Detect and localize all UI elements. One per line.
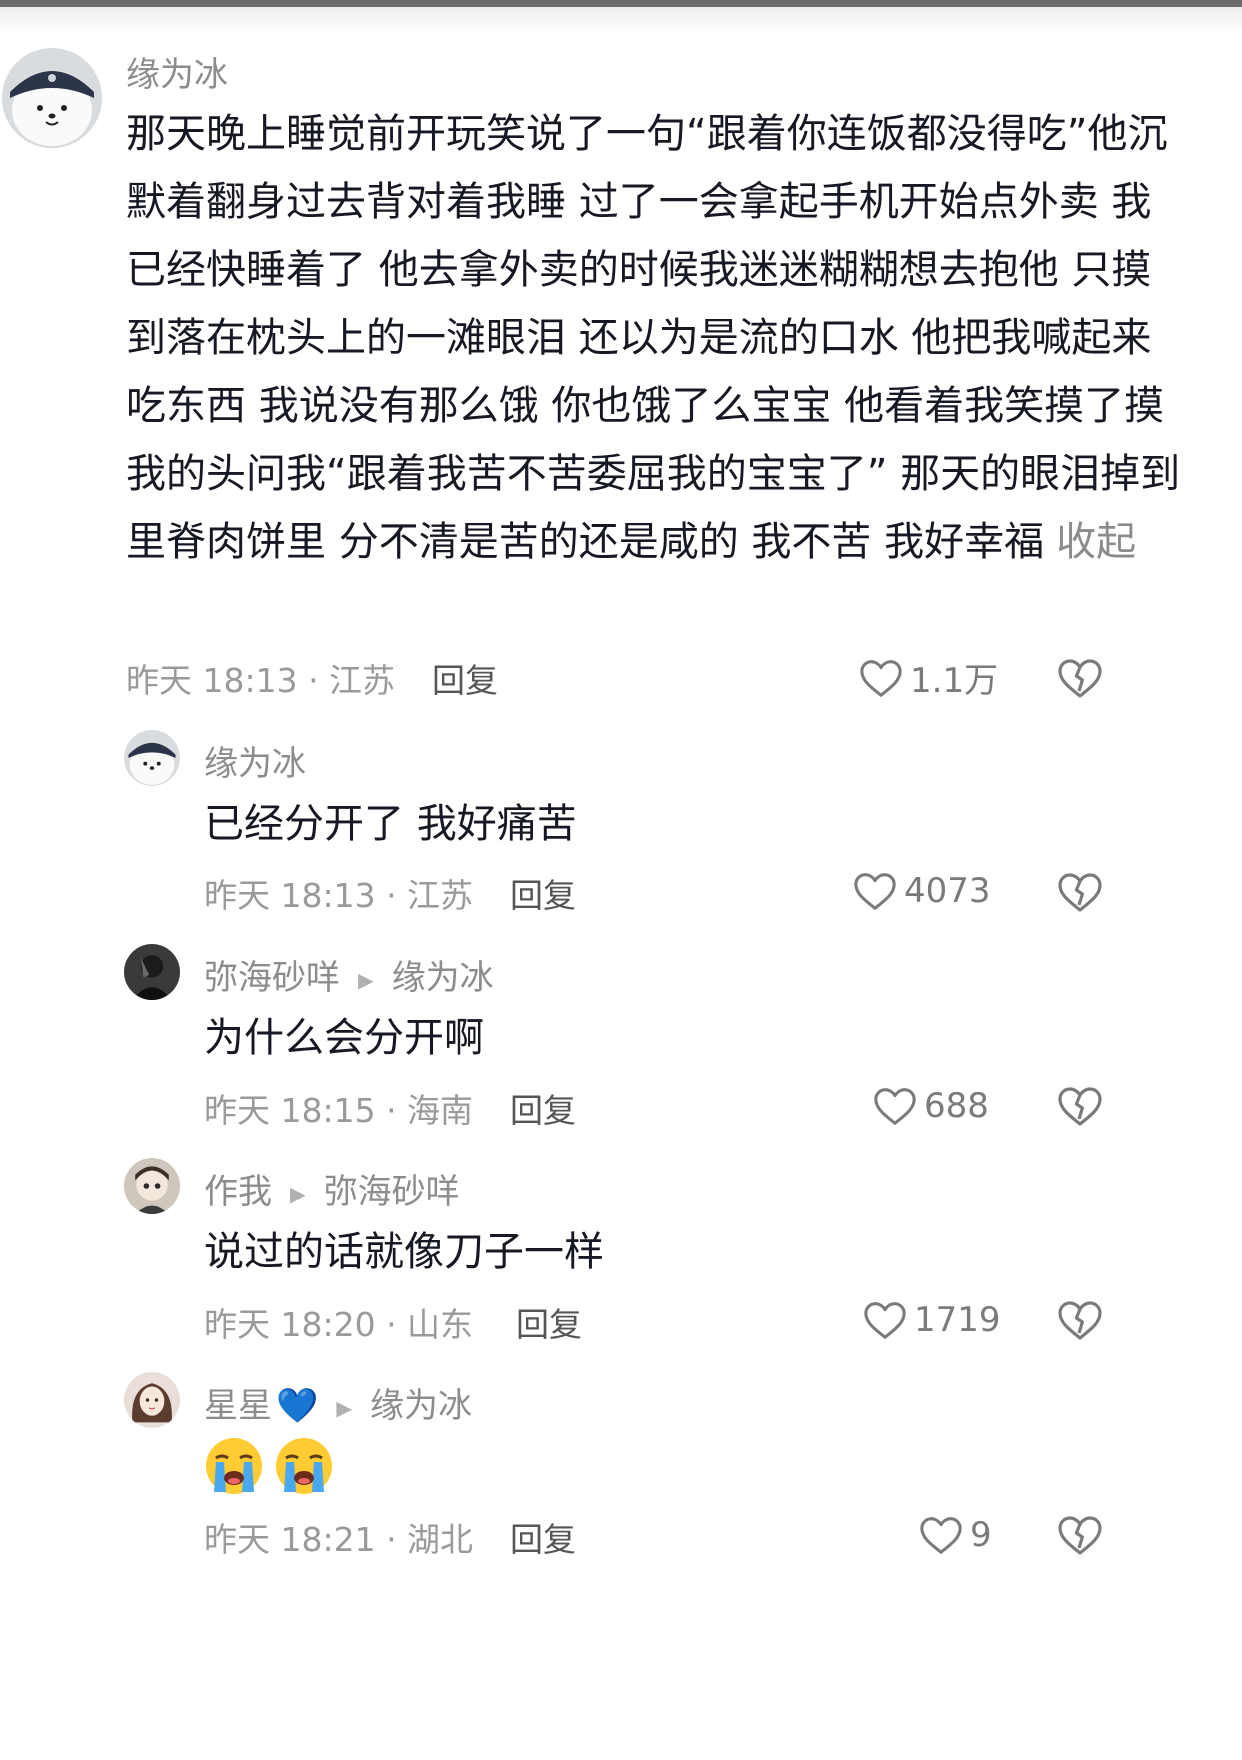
reply-target[interactable]: 弥海砂咩: [324, 1172, 460, 1212]
comment-text: 那天晚上睡觉前开玩笑说了一句“跟着你连饭都没得吃”他沉默着翻身过去背对着我睡 过…: [126, 100, 1186, 576]
reply-username: 作我 ▶ 弥海砂咩: [204, 1164, 460, 1213]
heart-icon: [860, 659, 902, 697]
reply-button[interactable]: 回复: [510, 1513, 576, 1561]
reply-text: 已经分开了 我好痛苦: [204, 801, 577, 847]
broken-heart-icon: [1058, 1087, 1102, 1126]
broken-heart-icon: [1058, 1516, 1102, 1555]
heart-icon: [864, 1302, 906, 1339]
comment-text-body: 那天晚上睡觉前开玩笑说了一句“跟着你连饭都没得吃”他沉默着翻身过去背对着我睡 过…: [126, 111, 1181, 565]
dislike-button[interactable]: [1056, 1082, 1104, 1130]
avatar[interactable]: [124, 1372, 180, 1428]
reply-emojis: [204, 1436, 344, 1496]
like-count: 688: [924, 1086, 989, 1126]
reply-button[interactable]: 回复: [510, 1084, 576, 1132]
like-button[interactable]: 688: [872, 1083, 989, 1129]
like-button[interactable]: 4073: [852, 868, 991, 914]
top-shade: [0, 7, 1242, 33]
reply-author[interactable]: 作我: [204, 1172, 272, 1212]
heart-icon: [920, 1517, 962, 1554]
like-count: 1.1万: [910, 661, 999, 701]
avatar[interactable]: [2, 48, 102, 148]
dislike-button[interactable]: [1056, 654, 1104, 702]
like-count: 9: [970, 1515, 992, 1555]
broken-heart-icon: [1058, 873, 1102, 912]
dislike-button[interactable]: [1056, 868, 1104, 916]
loudly-crying-face-icon: [274, 1436, 334, 1496]
avatar[interactable]: [124, 944, 180, 1000]
reply-text: 说过的话就像刀子一样: [204, 1229, 604, 1275]
avatar[interactable]: [124, 1158, 180, 1214]
reply-author[interactable]: 星星: [204, 1386, 272, 1426]
reply-arrow-icon: ▶: [358, 967, 374, 992]
reply-target[interactable]: 缘为冰: [392, 958, 494, 998]
reply-arrow-icon: ▶: [336, 1395, 353, 1420]
comment-username[interactable]: 缘为冰: [126, 47, 228, 96]
reply-username[interactable]: 缘为冰: [204, 736, 306, 785]
reply-button[interactable]: 回复: [432, 654, 498, 702]
avatar[interactable]: [124, 730, 180, 786]
dislike-button[interactable]: [1056, 1511, 1104, 1559]
reply-button[interactable]: 回复: [516, 1298, 582, 1346]
reply-target[interactable]: 缘为冰: [370, 1386, 472, 1426]
reply-arrow-icon: ▶: [290, 1181, 306, 1206]
reply-meta: 昨天 18:15 · 海南: [204, 1091, 474, 1130]
loudly-crying-face-icon: [204, 1436, 264, 1496]
broken-heart-icon: [1058, 1301, 1102, 1340]
like-count: 4073: [904, 871, 991, 911]
collapse-link[interactable]: 收起: [1056, 519, 1136, 565]
top-status-strip: [0, 0, 1242, 7]
like-button[interactable]: 9: [918, 1512, 992, 1558]
broken-heart-icon: [1058, 659, 1102, 698]
dislike-button[interactable]: [1056, 1296, 1104, 1344]
reply-text: 为什么会分开啊: [204, 1015, 484, 1061]
reply-username: 弥海砂咩 ▶ 缘为冰: [204, 950, 494, 999]
like-count: 1719: [914, 1300, 1001, 1340]
like-button[interactable]: 1.1万: [858, 653, 998, 702]
reply-meta: 昨天 18:13 · 江苏: [204, 876, 474, 915]
heart-icon: [874, 1088, 916, 1125]
reply-meta: 昨天 18:20 · 山东: [204, 1305, 474, 1344]
reply-author[interactable]: 弥海砂咩: [204, 958, 340, 998]
reply-username: 星星 💙 ▶ 缘为冰: [204, 1378, 472, 1427]
reply-button[interactable]: 回复: [510, 869, 576, 917]
heart-icon: [854, 873, 896, 910]
like-button[interactable]: 1719: [862, 1297, 1001, 1343]
reply-meta: 昨天 18:21 · 湖北: [204, 1520, 474, 1559]
comment-meta: 昨天 18:13 · 江苏: [126, 661, 396, 700]
blue-heart-icon: 💙: [276, 1386, 319, 1426]
